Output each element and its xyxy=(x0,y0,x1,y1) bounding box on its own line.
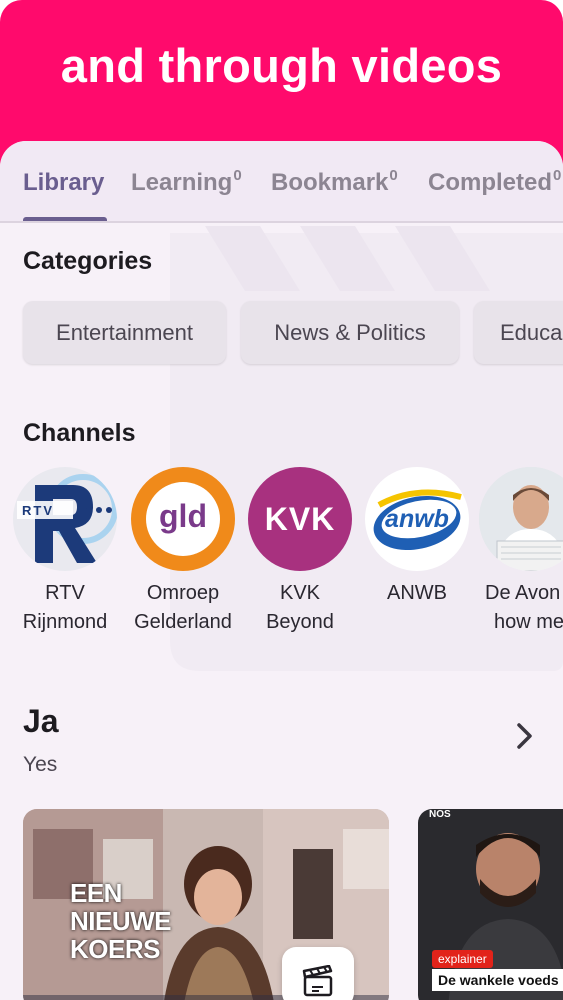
tab-learning[interactable]: Learning0 xyxy=(131,167,242,197)
tab-bookmark[interactable]: Bookmark0 xyxy=(271,167,398,197)
channel-de-avond[interactable]: De Avon how me xyxy=(476,467,563,637)
overlay-line: EEN xyxy=(70,878,122,908)
kvk-logo: KVK xyxy=(248,467,352,571)
channel-name-line1: De Avon xyxy=(485,582,561,604)
clapperboard-icon xyxy=(302,965,333,997)
tab-library[interactable]: Library xyxy=(23,169,104,197)
rtv-rijnmond-logo: RTV xyxy=(13,467,117,571)
video-row-title: Ja xyxy=(23,703,59,739)
explainer-tag: explainer xyxy=(432,950,493,968)
tab-completed[interactable]: Completed0 xyxy=(428,167,561,197)
active-tab-indicator xyxy=(23,217,107,221)
video-caption: De wankele voeds xyxy=(432,969,563,991)
de-avond-avatar xyxy=(479,467,563,571)
omroep-gelderland-logo: gld xyxy=(131,467,235,571)
library-panel: Library Learning0 Bookmark0 Completed0 C… xyxy=(0,141,563,1000)
banner-title: and through videos xyxy=(60,39,503,92)
channel-name-line1: Omroep xyxy=(146,582,220,604)
category-chip-news-politics[interactable]: News & Politics xyxy=(241,301,459,364)
channels-heading: Channels xyxy=(23,419,136,447)
categories-heading: Categories xyxy=(23,247,153,275)
channel-name-line1: KVK xyxy=(279,582,321,604)
clapperboard-button[interactable] xyxy=(282,947,354,1000)
chevron-right-icon[interactable] xyxy=(510,719,540,753)
category-chip-education[interactable]: Educa xyxy=(474,301,563,364)
channel-name-line1: RTV xyxy=(45,582,85,604)
channel-rtv-rijnmond[interactable]: RTV RTV Rijnmond xyxy=(7,467,123,637)
overlay-line: NIEUWE xyxy=(70,906,172,936)
channel-name-line2: how me xyxy=(494,611,563,633)
channel-name-line2: Gelderland xyxy=(134,611,232,633)
channel-name-line1: ANWB xyxy=(387,582,447,604)
category-chip-entertainment[interactable]: Entertainment xyxy=(23,301,226,364)
nos-brand: NOS xyxy=(429,809,451,820)
video-card-nos-explainer[interactable]: NOS explainer De wankele voeds xyxy=(418,809,563,1000)
video-row-subtitle: Yes xyxy=(23,753,58,776)
channel-name-line2: Beyond xyxy=(266,611,334,633)
anwb-logo: anwb xyxy=(365,467,469,571)
tab-bar: Library Learning0 Bookmark0 Completed0 xyxy=(0,141,563,223)
overlay-line: KOERS xyxy=(70,934,160,964)
channel-name-line2: Rijnmond xyxy=(22,611,108,633)
channel-kvk-beyond[interactable]: KVK KVK Beyond xyxy=(242,467,358,637)
channel-anwb[interactable]: anwb ANWB xyxy=(359,467,475,608)
channel-omroep-gelderland[interactable]: gld Omroep Gelderland xyxy=(125,467,241,637)
